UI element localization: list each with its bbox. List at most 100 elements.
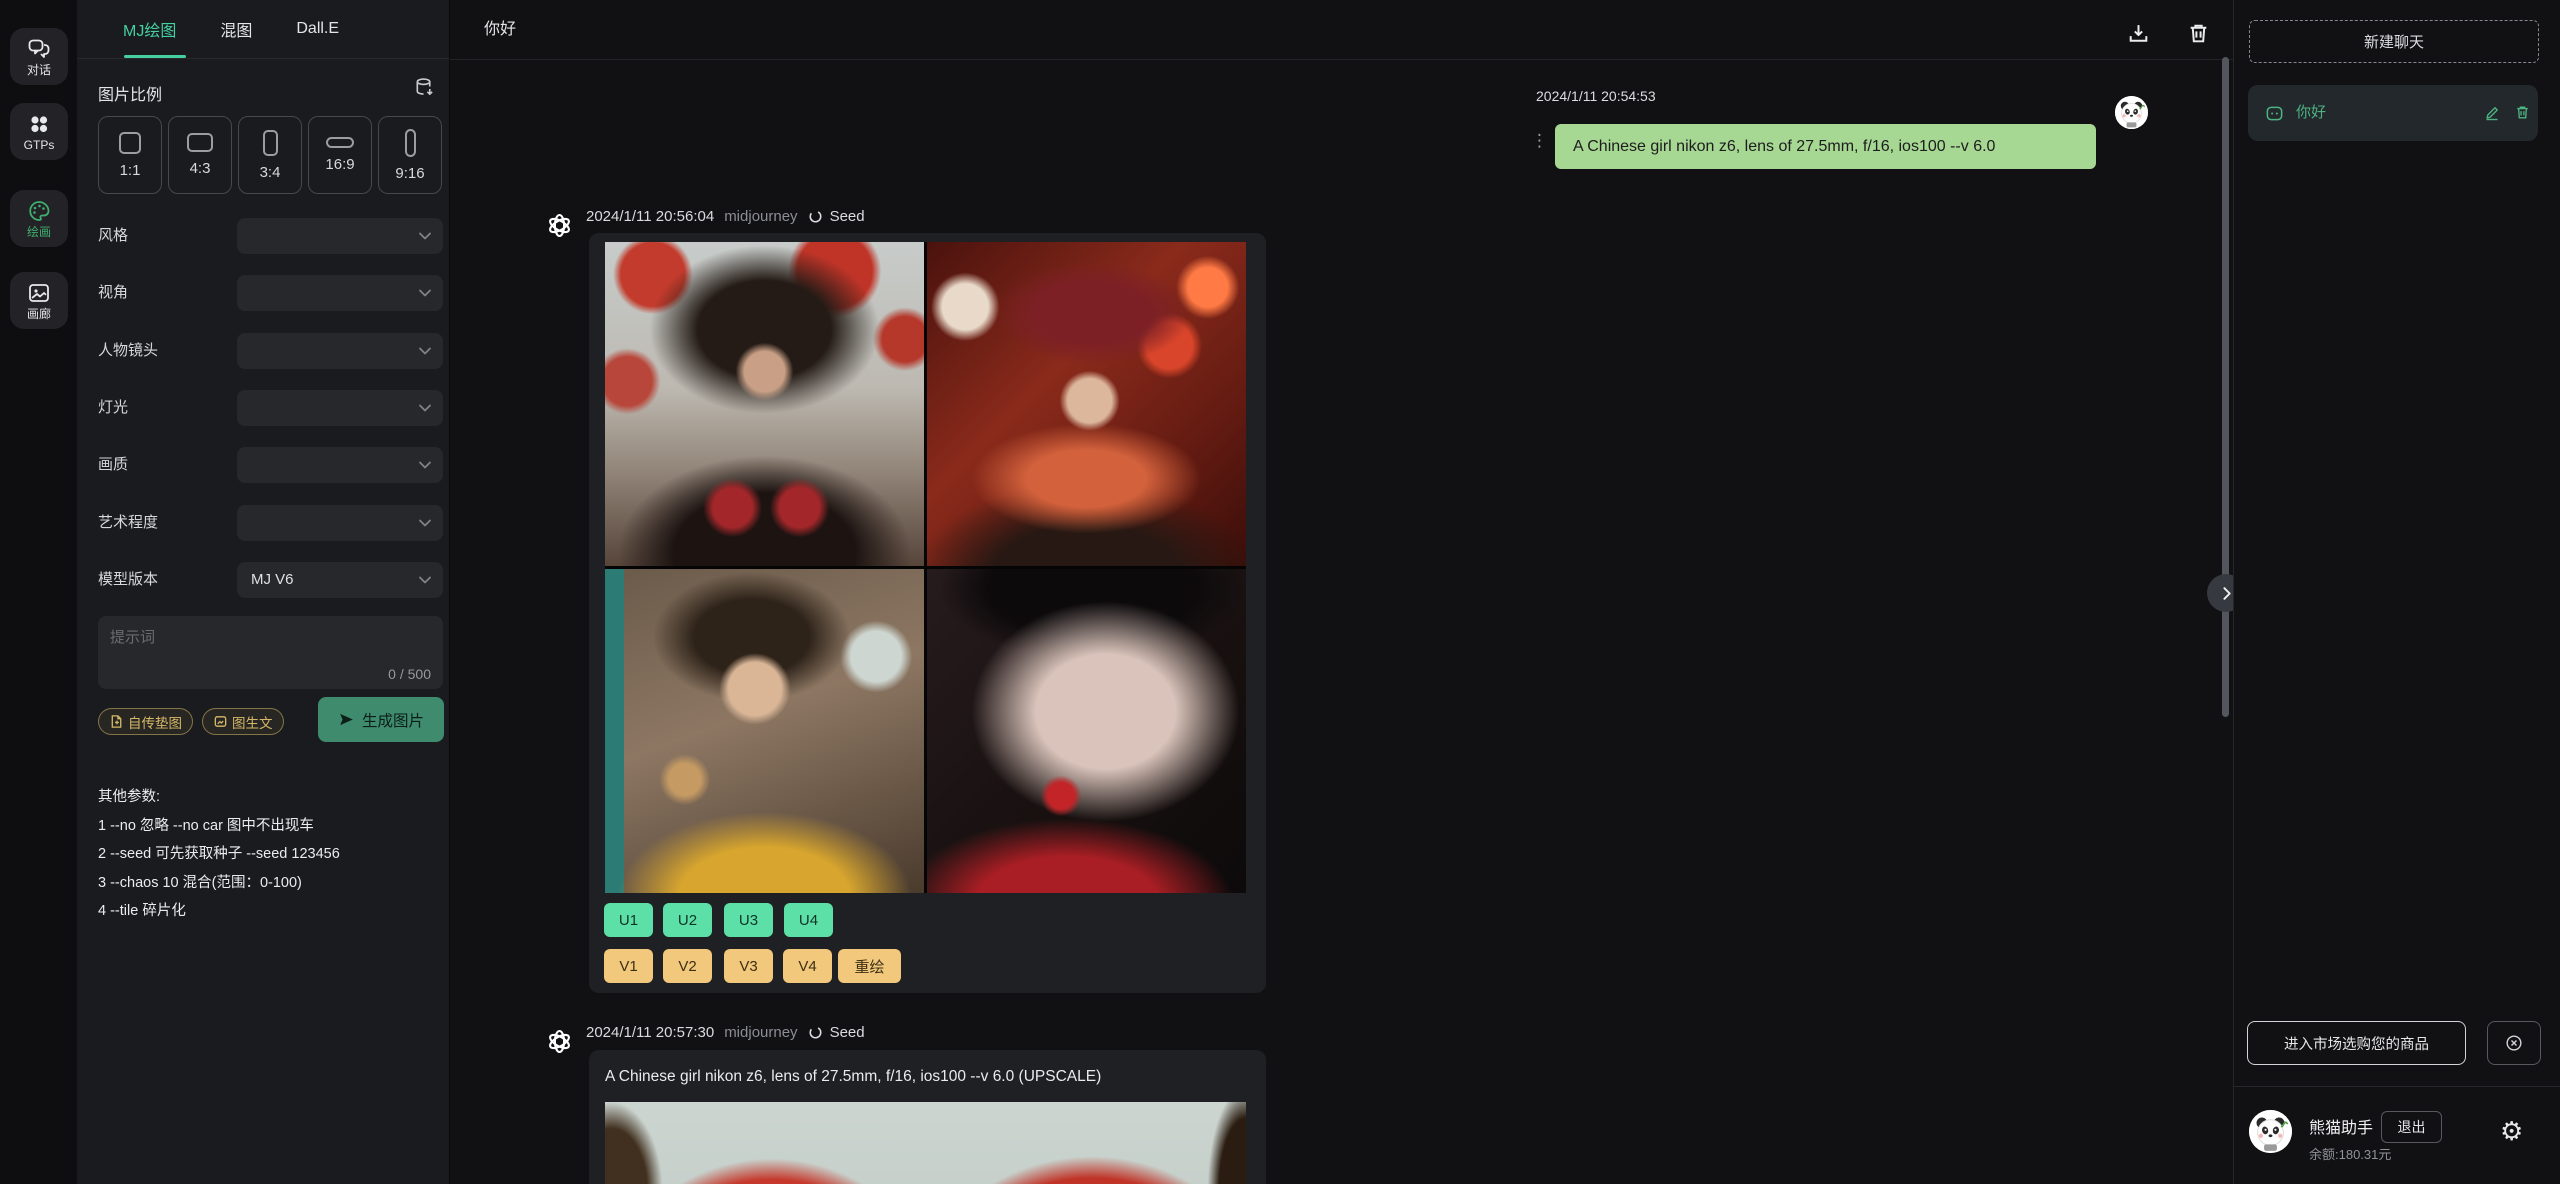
tab-mj-draw[interactable]: MJ绘图 [123,17,176,41]
image-to-text-button[interactable]: 图生文 [202,708,284,735]
grid-dots-icon [27,112,51,136]
sidebar-item-chat[interactable]: 对话 [10,28,68,85]
variation-1-button[interactable]: V1 [604,949,653,983]
chat-history-title: 你好 [2296,85,2326,141]
ratio-3-4-button[interactable]: 3:4 [238,116,302,194]
angle-field-label: 视角 [98,275,128,311]
quality-select[interactable] [237,447,443,483]
user-message-time: 2024/1/11 20:54:53 [1536,88,1656,104]
file-add-icon [109,714,124,729]
panel-tabs: MJ绘图 混图 Dall.E [77,0,449,59]
ratio-9-16-button[interactable]: 9:16 [378,116,442,194]
seed-circle-icon [808,1025,823,1040]
upscale-2-button[interactable]: U2 [663,903,712,937]
chevron-down-icon [417,515,433,531]
generated-image-3[interactable] [605,569,924,893]
sidebar-item-gallery[interactable]: 画廊 [10,272,68,329]
sidebar-item-gtps[interactable]: GTPs [10,103,68,160]
chat-area: 你好 2024/1/11 20:54:53 ⋮ A Chinese girl n… [449,0,2233,1184]
panda-avatar-icon [2115,96,2148,129]
variation-2-button[interactable]: V2 [663,949,712,983]
bot-message-author: midjourney [724,208,797,225]
upscaled-image[interactable] [605,1102,1246,1184]
bot-message-header: 2024/1/11 20:56:04 midjourney Seed [586,205,865,227]
chevron-down-icon [417,285,433,301]
model-select[interactable]: MJ V6 [237,562,443,598]
image-to-text-label: 图生文 [232,712,273,732]
circle-x-icon [2504,1033,2524,1053]
settings-icon[interactable]: ⚙ [2500,1118,2523,1144]
ratio-4-3-button[interactable]: 4:3 [168,116,232,194]
preset-save-icon[interactable] [413,76,436,99]
palette-icon [27,199,51,223]
market-button[interactable]: 进入市场选购您的商品 [2247,1021,2466,1065]
image-text-icon [213,714,228,729]
trash-icon[interactable] [2186,21,2211,46]
bot-message-header: 2024/1/11 20:57:30 midjourney Seed [586,1021,865,1043]
ratio-label: 3:4 [260,164,281,181]
ratio-label: 9:16 [395,165,424,182]
seed-button[interactable]: Seed [808,1024,865,1041]
upscale-1-button[interactable]: U1 [604,903,653,937]
artistry-select[interactable] [237,505,443,541]
openai-logo-icon [543,209,576,242]
sidebar-item-label: 绘画 [27,226,51,238]
ratio-1-1-button[interactable]: 1:1 [98,116,162,194]
bot-message-time: 2024/1/11 20:56:04 [586,208,714,225]
account-name: 熊猫助手 [2309,1114,2373,1138]
style-select[interactable] [237,218,443,254]
chevron-down-icon [417,572,433,588]
chat-header: 你好 [450,0,2233,60]
params-line: 3 --chaos 10 混合(范围：0-100) [98,869,340,898]
seed-button[interactable]: Seed [808,208,865,225]
ratio-16-9-button[interactable]: 16:9 [308,116,372,194]
edit-icon[interactable] [2484,105,2500,121]
seed-circle-icon [808,209,823,224]
logout-button[interactable]: 退出 [2381,1111,2442,1143]
upscale-4-button[interactable]: U4 [784,903,833,937]
shot-select[interactable] [237,333,443,369]
ratio-4-3-glyph [187,133,213,152]
upload-base-image-button[interactable]: 自传垫图 [98,708,193,735]
generated-image-2[interactable] [927,242,1246,566]
params-title: 其他参数: [98,783,340,812]
ratio-3-4-glyph [263,130,278,156]
quality-field-label: 画质 [98,447,128,483]
variation-3-button[interactable]: V3 [724,949,773,983]
divider [2234,1086,2560,1087]
angle-select[interactable] [237,275,443,311]
panda-avatar-icon [2249,1110,2292,1153]
params-line: 1 --no 忽略 --no car 图中不出现车 [98,812,340,841]
history-panel: 新建聊天 你好 进入市场选购您的商品 熊猫助手 退出 余额:180.31元 ⚙ [2233,0,2560,1184]
ratio-16-9-glyph [326,137,354,148]
openai-logo-icon [543,1025,576,1058]
account-avatar [2249,1110,2292,1153]
download-icon[interactable] [2126,21,2151,46]
account-balance: 余额:180.31元 [2309,1144,2391,1163]
sidebar-item-draw[interactable]: 绘画 [10,190,68,247]
lighting-select[interactable] [237,390,443,426]
app: 对话 GTPs 绘画 画廊 MJ绘图 混图 Dall.E 图片比例 [0,0,2560,1184]
dismiss-button[interactable] [2487,1021,2541,1065]
chat-scrollbar[interactable] [2222,57,2229,717]
generated-image-1[interactable] [605,242,924,566]
generated-image-4[interactable] [927,569,1246,893]
upscale-3-button[interactable]: U3 [724,903,773,937]
message-menu-icon[interactable]: ⋮ [1531,131,1548,151]
variation-4-button[interactable]: V4 [783,949,832,983]
bot-message-author: midjourney [724,1024,797,1041]
other-params: 其他参数: 1 --no 忽略 --no car 图中不出现车 2 --seed… [98,783,340,926]
trash-icon[interactable] [2514,104,2531,121]
sidebar-item-label: 对话 [27,64,51,76]
ratio-label: 1:1 [120,162,141,179]
new-chat-button[interactable]: 新建聊天 [2249,20,2539,63]
tab-dalle[interactable]: Dall.E [296,20,339,38]
chat-history-item[interactable]: 你好 [2248,85,2538,141]
upscale-result-card: A Chinese girl nikon z6, lens of 27.5mm,… [589,1050,1266,1184]
chevron-down-icon [417,457,433,473]
control-panel: MJ绘图 混图 Dall.E 图片比例 1:1 4:3 3:4 1 [77,0,449,1184]
generate-image-button[interactable]: 生成图片 [318,697,444,742]
tab-blend[interactable]: 混图 [220,17,252,41]
redraw-button[interactable]: 重绘 [838,949,901,983]
chevron-right-icon [2218,585,2235,602]
